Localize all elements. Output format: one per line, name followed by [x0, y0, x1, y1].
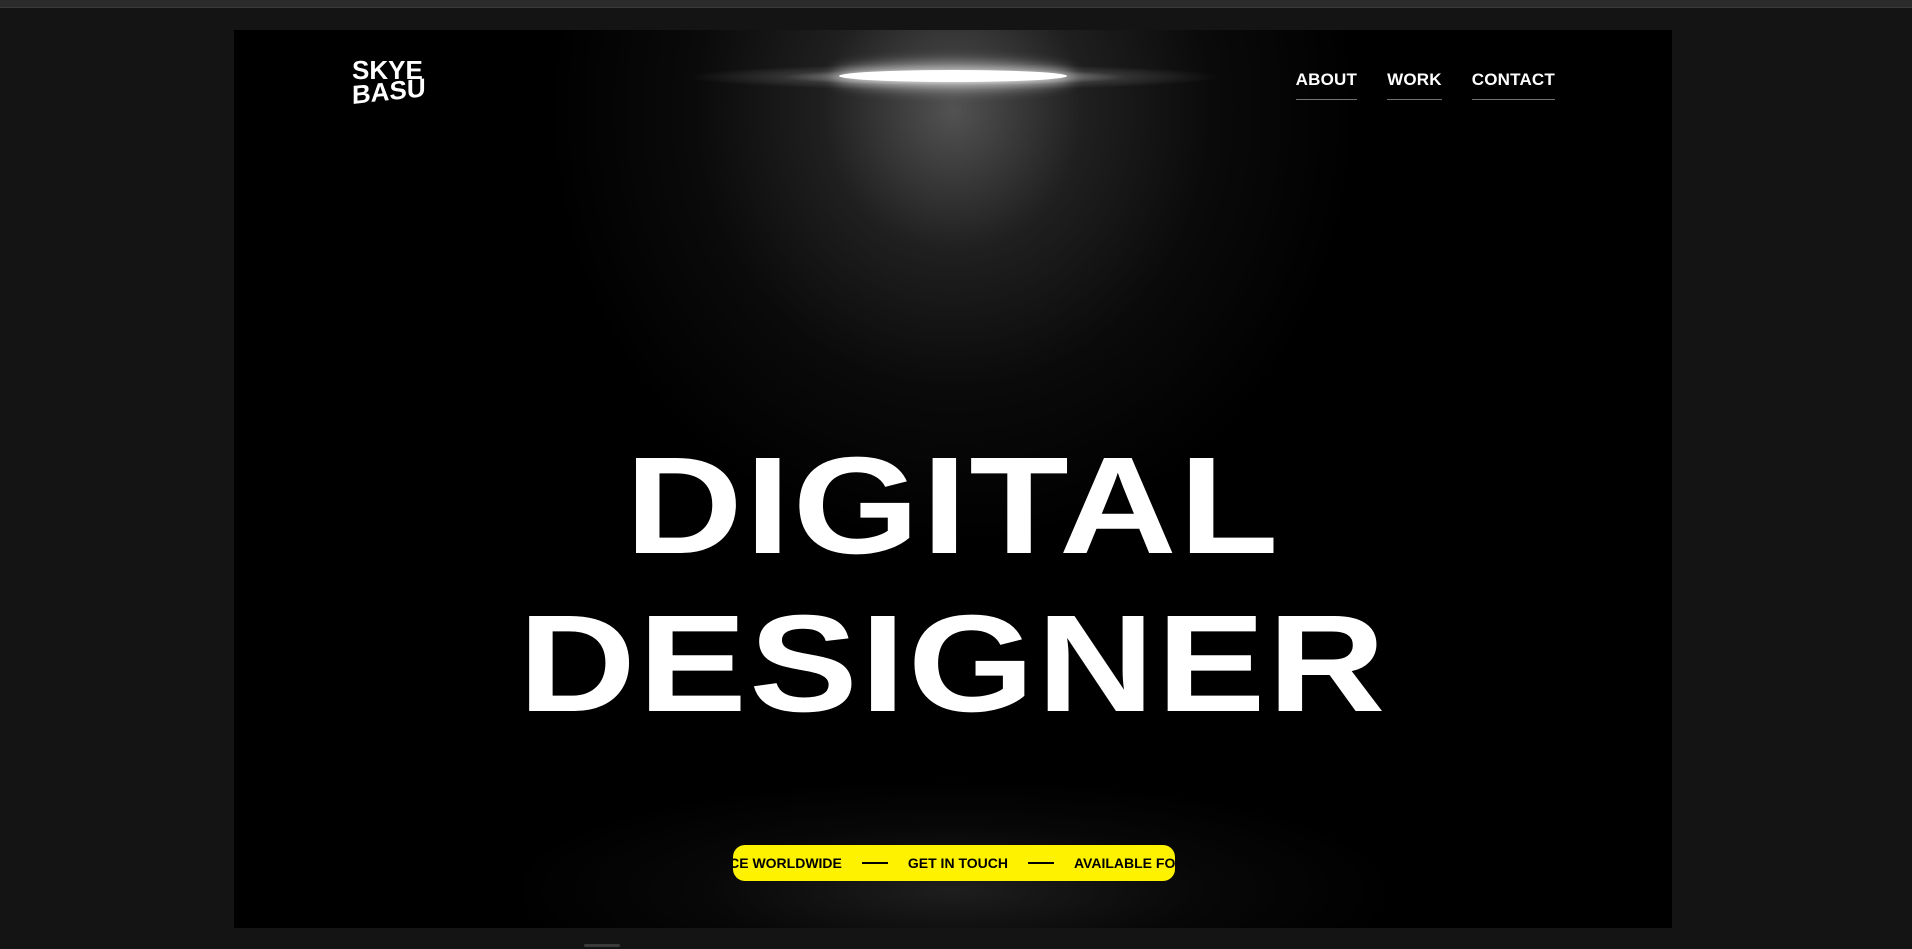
hero-headline: DIGITAL DESIGNER — [234, 427, 1672, 743]
browser-top-strip — [0, 0, 1912, 8]
nav-link-work[interactable]: WORK — [1387, 70, 1442, 100]
ticker-item: NCE WORLDWIDE — [733, 855, 842, 871]
ticker-item: AVAILABLE FOR — [1073, 855, 1175, 871]
logo-line-2: BASU — [352, 72, 426, 110]
nav-link-about[interactable]: ABOUT — [1295, 70, 1358, 100]
ticker-track: NCE WORLDWIDE GET IN TOUCH AVAILABLE FOR — [733, 845, 1175, 881]
spotlight-lamp — [839, 70, 1067, 82]
site-logo[interactable]: SKYE BASU — [352, 57, 426, 110]
hero-line-2: DESIGNER — [518, 587, 1388, 742]
nav-link-contact[interactable]: CONTACT — [1471, 70, 1555, 100]
ticker-item[interactable]: GET IN TOUCH — [908, 855, 1008, 871]
bottom-scroll-handle — [584, 944, 620, 947]
marquee-ticker[interactable]: NCE WORLDWIDE GET IN TOUCH AVAILABLE FOR — [733, 845, 1175, 881]
main-nav: ABOUT WORK CONTACT — [1295, 70, 1555, 100]
ticker-dash — [1027, 862, 1054, 864]
ticker-dash — [861, 862, 888, 864]
hero-stage: SKYE BASU ABOUT WORK CONTACT DIGITAL DES… — [234, 30, 1672, 928]
hero-line-1: DIGITAL — [625, 429, 1281, 584]
